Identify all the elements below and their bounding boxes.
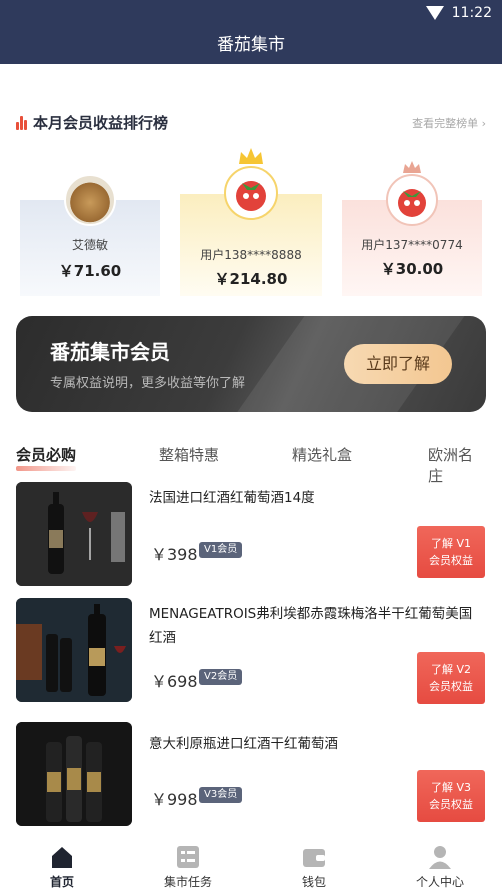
- nav-market-tasks[interactable]: 集市任务: [138, 844, 238, 890]
- product-name: MENAGEATROIS弗利埃都赤霞珠梅洛半干红葡萄美国红酒: [149, 606, 473, 646]
- member-level-badge: V2会员: [199, 669, 243, 685]
- app-header: 番茄集市: [0, 28, 502, 64]
- bar-chart-icon: [16, 116, 28, 130]
- tomato-avatar: [224, 166, 278, 220]
- ranking-amount: ￥71.60: [58, 262, 122, 280]
- status-time: 11:22: [451, 5, 492, 21]
- nav-wallet[interactable]: 钱包: [264, 844, 364, 890]
- task-list-icon: [175, 844, 201, 870]
- tomato-avatar: [386, 174, 438, 226]
- ranking-entry-first[interactable]: 用户138****8888 ￥214.80: [180, 148, 322, 296]
- membership-banner[interactable]: 番茄集市会员 专属权益说明，更多收益等你了解 立即了解: [16, 316, 486, 412]
- banner-subtitle: 专属权益说明，更多收益等你了解: [50, 376, 246, 391]
- ranking-title: 本月会员收益排行榜: [33, 114, 169, 132]
- product-image: [16, 598, 132, 702]
- home-icon: [49, 844, 75, 870]
- ranking-header: 本月会员收益排行榜 查看完整榜单 ›: [16, 112, 486, 134]
- status-bar: 11:22: [0, 0, 502, 28]
- tab-active-indicator: [16, 466, 77, 471]
- tab-gift-boxes[interactable]: 精选礼盒: [292, 444, 352, 465]
- product-name: 法国进口红酒红葡萄酒14度: [149, 490, 315, 506]
- bottom-navigation: 首页 集市任务 钱包 个人中心: [0, 838, 502, 896]
- page-title: 番茄集市: [217, 35, 285, 55]
- crown-icon: [239, 148, 263, 164]
- product-tabs: 会员必购 整箱特惠 精选礼盒 欧洲名庄: [16, 444, 486, 485]
- product-price: ￥698: [151, 672, 198, 691]
- product-image: [16, 722, 132, 826]
- product-price: ￥998: [151, 790, 198, 809]
- cta-line: 了解 V1: [430, 537, 472, 550]
- crown-icon: [403, 161, 421, 173]
- product-name: 意大利原瓶进口红酒干红葡萄酒: [149, 736, 338, 752]
- ranking-name: 用户138****8888: [200, 248, 302, 262]
- nav-label: 集市任务: [163, 875, 212, 889]
- wifi-icon: [426, 6, 444, 20]
- ranking-name: 用户137****0774: [361, 238, 463, 252]
- nav-label: 钱包: [301, 875, 326, 889]
- banner-title: 番茄集市会员: [50, 340, 170, 364]
- cta-line: 了解 V3: [430, 781, 472, 794]
- product-image: [16, 482, 132, 586]
- ranking-name: 艾德敏: [71, 238, 108, 252]
- product-price: ￥398: [151, 545, 198, 564]
- cta-line: 会员权益: [429, 554, 473, 567]
- ranking-amount: ￥214.80: [214, 270, 288, 288]
- nav-label: 首页: [49, 875, 74, 889]
- avatar: [64, 174, 116, 226]
- cta-line: 了解 V2: [430, 663, 472, 676]
- ranking-entry-second[interactable]: 艾德敏 ￥71.60: [20, 174, 160, 296]
- member-benefits-button[interactable]: 了解 V1 会员权益: [417, 526, 485, 578]
- learn-more-button[interactable]: 立即了解: [344, 344, 452, 384]
- cta-line: 会员权益: [429, 680, 473, 693]
- tab-box-deals[interactable]: 整箱特惠: [159, 444, 219, 465]
- nav-profile[interactable]: 个人中心: [390, 844, 490, 890]
- user-icon: [427, 844, 453, 870]
- product-item[interactable]: 法国进口红酒红葡萄酒14度 ￥398 V1会员 了解 V1 会员权益: [16, 482, 486, 588]
- view-full-ranking-link[interactable]: 查看完整榜单 ›: [412, 115, 486, 131]
- ranking-amount: ￥30.00: [380, 260, 444, 278]
- product-item[interactable]: 意大利原瓶进口红酒干红葡萄酒 ￥998 V3会员 了解 V3 会员权益: [16, 722, 486, 828]
- wallet-icon: [301, 844, 327, 870]
- tab-member-must-buy[interactable]: 会员必购: [16, 444, 77, 471]
- product-item[interactable]: MENAGEATROIS弗利埃都赤霞珠梅洛半干红葡萄美国红酒 ￥698 V2会员…: [16, 598, 486, 704]
- cta-line: 会员权益: [429, 798, 473, 811]
- nav-label: 个人中心: [415, 875, 464, 889]
- member-benefits-button[interactable]: 了解 V3 会员权益: [417, 770, 485, 822]
- member-level-badge: V3会员: [199, 787, 243, 803]
- ranking-entry-third[interactable]: 用户137****0774 ￥30.00: [342, 161, 482, 296]
- member-benefits-button[interactable]: 了解 V2 会员权益: [417, 652, 485, 704]
- nav-home[interactable]: 首页: [12, 844, 112, 890]
- tab-label: 会员必购: [16, 446, 77, 464]
- member-level-badge: V1会员: [199, 542, 243, 558]
- tab-european-estates[interactable]: 欧洲名庄: [428, 444, 486, 486]
